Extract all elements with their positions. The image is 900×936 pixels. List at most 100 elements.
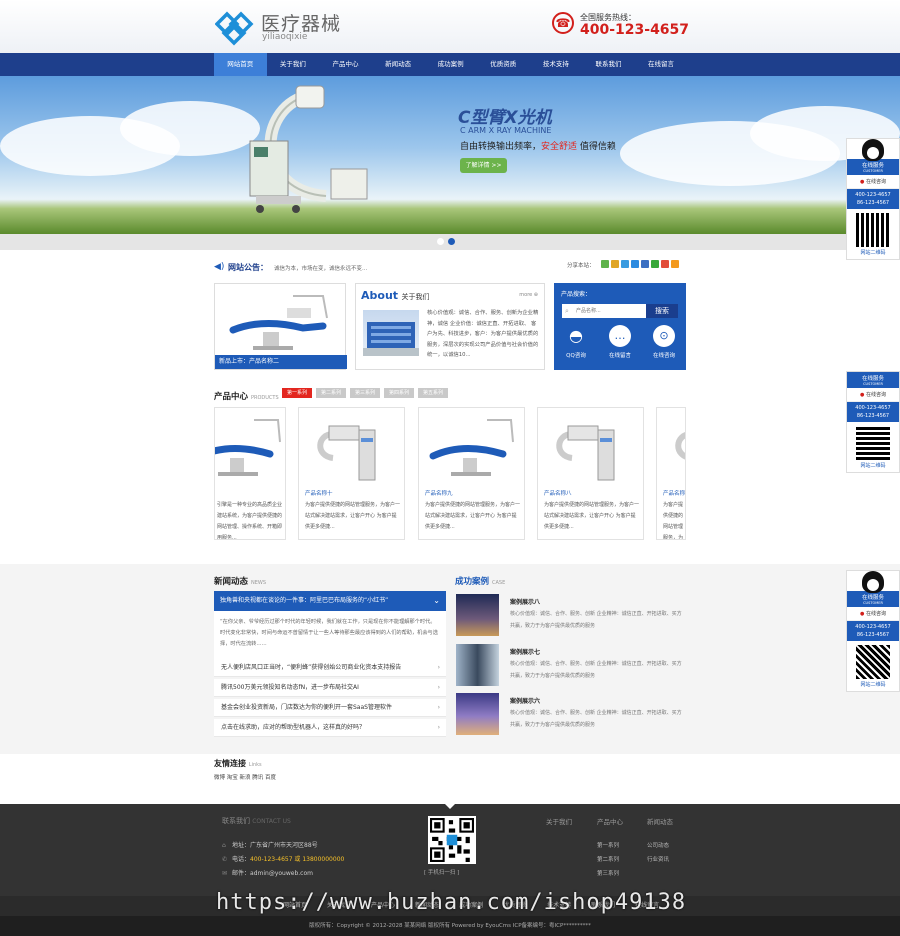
news-top-text[interactable]: 独角兽和央视都在谈论的一件事：阿里巴巴布局服务的“小红书”	[220, 597, 388, 604]
side-phone: 400-123-4657 86-123-4567	[847, 189, 899, 209]
featured-product-card[interactable]: 新品上市：产品名称二	[214, 283, 347, 370]
footer-link[interactable]: 第一系列	[597, 841, 619, 849]
slide-dot-2[interactable]	[448, 238, 455, 245]
qq-consult-label: QQ咨询	[566, 353, 586, 359]
nav-item-cases[interactable]: 成功案例	[424, 53, 477, 76]
share-more-icon[interactable]	[671, 260, 679, 268]
featured-caption[interactable]: 新品上市：产品名称二	[215, 355, 347, 369]
case-image[interactable]	[456, 644, 499, 686]
product-name[interactable]: 产品名称九	[425, 489, 453, 497]
product-card[interactable]: 产品名称八 为客户提供便捷的网站管理服务，为客户一站式解决建站需求，让客户开心 …	[537, 407, 644, 540]
qq-consult-button[interactable]: ◓ QQ咨询	[556, 325, 596, 359]
news-item-title[interactable]: 无人便利店风口正当时，“便利蜂”获得创始公司商业化资本支持报告	[221, 664, 401, 671]
product-card[interactable]: 产品名称七 为客户提供便捷的网站管理服务，为客户一站式解决建站需求...	[656, 407, 686, 540]
news-item[interactable]: 点击在线求助，应对的帮助型机器人，这样真的好吗？ ›	[214, 719, 446, 737]
side-service-header: 在线服务 CUSTOMER	[847, 591, 899, 607]
search-input[interactable]	[562, 304, 646, 318]
share-weibo-icon[interactable]	[661, 260, 669, 268]
footer-email-label: 邮件：	[232, 870, 251, 877]
case-name[interactable]: 案例展示七	[510, 647, 540, 656]
side-qq-label[interactable]: 在线咨询	[866, 611, 886, 617]
logo-icon[interactable]	[215, 8, 255, 46]
share-douban-icon[interactable]	[651, 260, 659, 268]
news-title: 新闻动态 NEWS	[214, 575, 266, 587]
notice-text[interactable]: 诚信为本，市场在变，诚信永远不变...	[274, 264, 367, 272]
footer-link[interactable]: 第三系列	[597, 869, 619, 877]
qq-penguin-icon	[862, 139, 884, 161]
case-name[interactable]: 案例展示八	[510, 597, 540, 606]
share-wechat-icon[interactable]	[601, 260, 609, 268]
product-search-panel: 产品搜索： ⌕ 搜索 ◓ QQ咨询 … 在线留言 ⊙ 在线咨询	[554, 283, 686, 370]
product-tab-5[interactable]: 第五系列	[418, 388, 448, 398]
product-name[interactable]: 产品名称十	[305, 489, 333, 497]
product-tab-1[interactable]: 第一系列	[282, 388, 312, 398]
product-tab-3[interactable]: 第三系列	[350, 388, 380, 398]
online-message-button[interactable]: … 在线留言	[600, 325, 640, 359]
side-qq-label[interactable]: 在线咨询	[866, 392, 886, 398]
nav-item-support[interactable]: 技术支持	[530, 53, 583, 76]
nav-item-news[interactable]: 新闻动态	[372, 53, 425, 76]
share-qzone-icon[interactable]	[611, 260, 619, 268]
side-qq-consult[interactable]: ● 在线咨询	[847, 388, 899, 402]
footer-phone-value: 400-123-4657 或 13800000000	[250, 856, 345, 863]
learn-more-button[interactable]: 了解详情 >>	[460, 158, 507, 173]
case-image[interactable]	[456, 693, 499, 735]
news-item[interactable]: 腾讯500万美元领投知名动态fN，进一步布局社交AI ›	[214, 679, 446, 697]
side-tel-1: 400-123-4657	[855, 192, 891, 198]
phone-icon: ☎	[552, 12, 574, 34]
product-card[interactable]: 产品名称十 为客户提供便捷的网站管理服务，为客户一站式解决建站需求，让客户开心 …	[298, 407, 405, 540]
footer-email-value[interactable]: admin@youweb.com	[250, 870, 313, 877]
nav-item-message[interactable]: 在线留言	[635, 53, 688, 76]
qr-code-image	[428, 816, 476, 864]
nav-item-about[interactable]: 关于我们	[267, 53, 320, 76]
footer-link[interactable]: 公司动态	[647, 841, 669, 849]
about-title-cn: 关于我们	[401, 293, 430, 301]
news-item-title[interactable]: 点击在线求助，应对的帮助型机器人，这样真的好吗？	[221, 724, 365, 731]
news-item-title[interactable]: 基金会创业投资新局，门店数达为你的便利开一套SaaS管理软件	[221, 704, 392, 711]
news-item[interactable]: 无人便利店风口正当时，“便利蜂”获得创始公司商业化资本支持报告 ›	[214, 659, 446, 677]
banner-description: 自由转换输出频率，安全舒适 值得信赖	[460, 139, 616, 152]
product-card[interactable]: 引擎是一种专业的高品质企业建站系统，为客户提供便捷的网站管理、操作系统、开箱即用…	[214, 407, 286, 540]
footer-col-about-title[interactable]: 关于我们	[546, 816, 572, 826]
news-top-headline[interactable]: 独角兽和央视都在谈论的一件事：阿里巴巴布局服务的“小红书” ⌄	[214, 591, 446, 611]
about-more-link[interactable]: more ⊕	[519, 292, 538, 298]
case-name[interactable]: 案例展示六	[510, 696, 540, 705]
footer-col-news-title[interactable]: 新闻动态	[647, 816, 673, 826]
share-renren-icon[interactable]	[641, 260, 649, 268]
footer-link[interactable]: 行业资讯	[647, 855, 669, 863]
about-more-label[interactable]: more	[519, 292, 532, 298]
case-image[interactable]	[456, 594, 499, 636]
share-qq-icon[interactable]	[631, 260, 639, 268]
hero-banner[interactable]: C型臂X光机 C ARM X RAY MACHINE 自由转换输出频率，安全舒适…	[0, 76, 900, 234]
x-ray-machine-image	[317, 425, 376, 481]
side-online-label: 在线服务	[861, 595, 884, 601]
nav-item-qualification[interactable]: 优质资质	[477, 53, 530, 76]
nav-item-contact[interactable]: 联系我们	[582, 53, 635, 76]
slide-dot-1[interactable]	[437, 238, 444, 245]
product-tab-4[interactable]: 第四系列	[384, 388, 414, 398]
product-desc: 为客户提供便捷的网站管理服务，为客户一站式解决建站需求...	[663, 502, 684, 540]
news-item-title[interactable]: 腾讯500万美元领投知名动态fN，进一步布局社交AI	[221, 684, 359, 691]
footer-col-products-title[interactable]: 产品中心	[597, 816, 623, 826]
banner-subtitle: C ARM X RAY MACHINE	[460, 126, 552, 135]
side-qr-code	[856, 213, 890, 247]
footer-link[interactable]: 第二系列	[597, 855, 619, 863]
mail-icon: ✉	[222, 870, 228, 877]
search-button[interactable]: 搜索	[646, 304, 678, 318]
share-tencent-weibo-icon[interactable]	[621, 260, 629, 268]
company-building-image	[363, 310, 419, 356]
product-tab-2[interactable]: 第二系列	[316, 388, 346, 398]
side-qq-consult[interactable]: ● 在线咨询	[847, 607, 899, 621]
side-qq-label[interactable]: 在线咨询	[866, 179, 886, 185]
chevron-down-icon: ⌄	[433, 596, 440, 605]
nav-item-products[interactable]: 产品中心	[319, 53, 372, 76]
product-card[interactable]: 产品名称九 为客户提供便捷的网站管理服务，为客户一站式解决建站需求，让客户开心 …	[418, 407, 525, 540]
news-item[interactable]: 基金会创业投资新局，门店数达为你的便利开一套SaaS管理软件 ›	[214, 699, 446, 717]
friend-links[interactable]: 微博 淘宝 新浪 腾讯 百度	[214, 773, 276, 781]
online-consult-button[interactable]: ⊙ 在线咨询	[644, 325, 684, 359]
watermark-text: https://www.huzhan.com/ishop49138	[216, 890, 687, 915]
side-qq-consult[interactable]: ● 在线咨询	[847, 175, 899, 189]
product-name[interactable]: 产品名称七	[663, 489, 685, 497]
nav-item-home[interactable]: 网站首页	[214, 53, 267, 76]
product-name[interactable]: 产品名称八	[544, 489, 572, 497]
